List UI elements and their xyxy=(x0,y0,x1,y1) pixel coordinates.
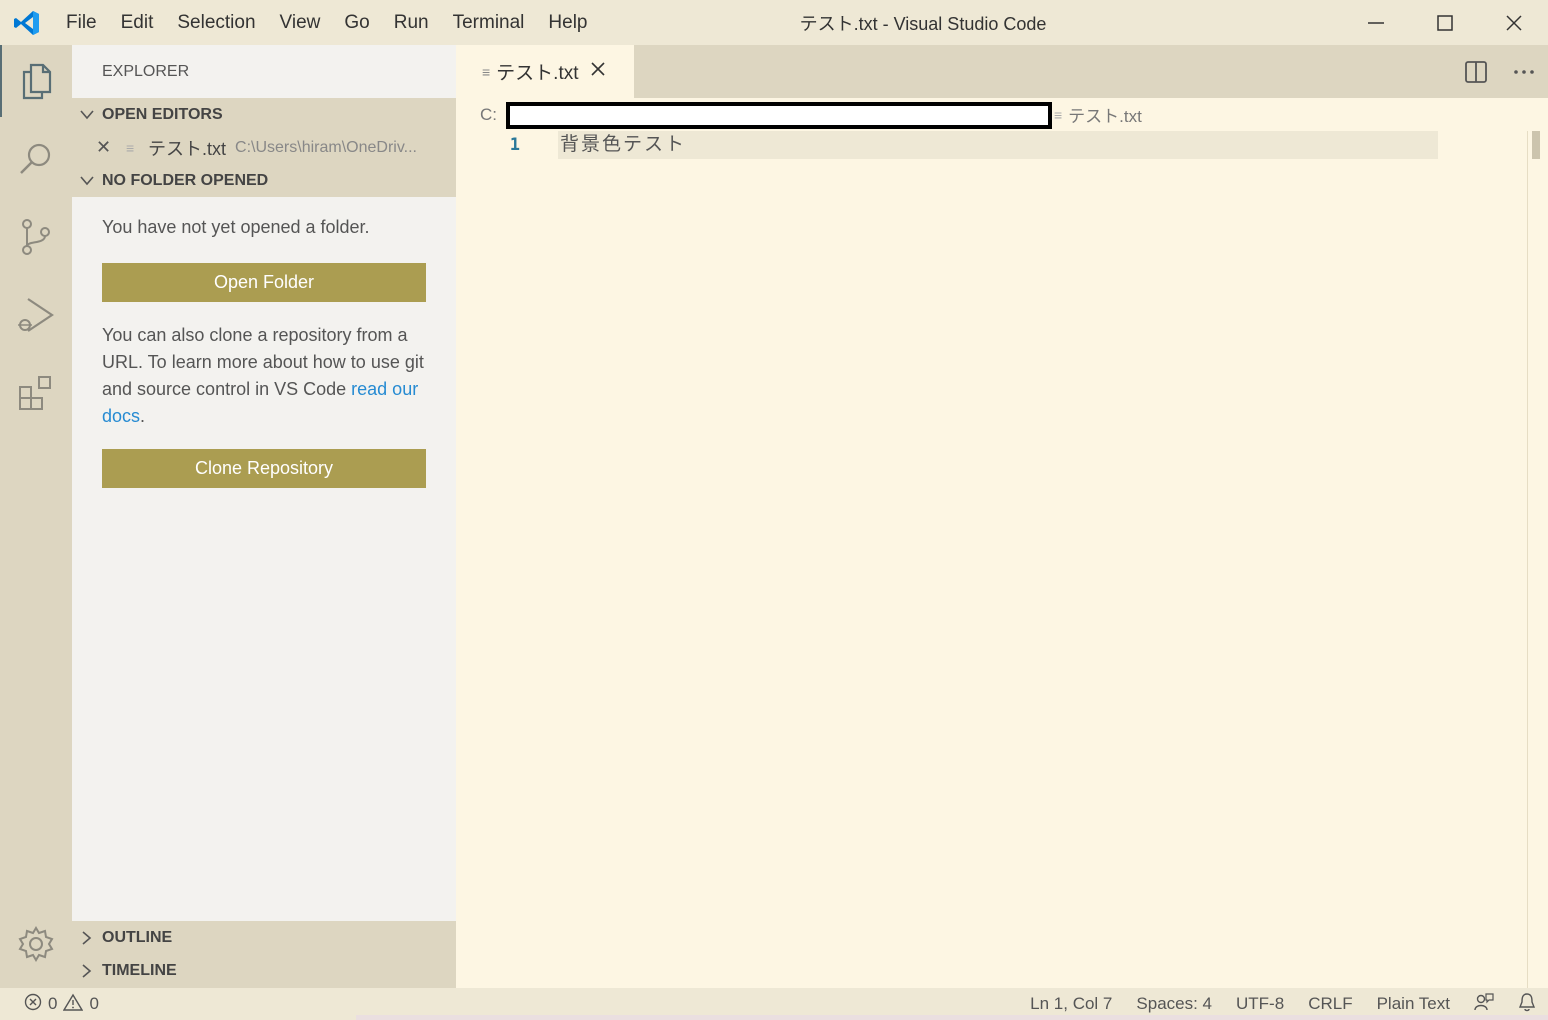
close-window-button[interactable] xyxy=(1479,0,1548,45)
problems-indicator[interactable]: 0 0 xyxy=(0,993,105,1016)
text-file-icon: ≡ xyxy=(126,139,135,156)
text-file-icon: ≡ xyxy=(482,63,491,80)
breadcrumb-drive[interactable]: C: xyxy=(480,105,497,125)
search-icon xyxy=(20,143,51,174)
tab-test-txt[interactable]: ≡ テスト.txt xyxy=(456,45,634,98)
extensions-icon xyxy=(19,376,51,410)
minimize-icon xyxy=(1367,21,1384,24)
open-editors-header[interactable]: OPEN EDITORS xyxy=(72,98,456,131)
menu-selection[interactable]: Selection xyxy=(165,0,267,45)
scrollbar-slider[interactable] xyxy=(1532,131,1540,159)
split-editor-icon xyxy=(1465,60,1487,83)
chevron-right-icon xyxy=(72,963,102,978)
cursor-position[interactable]: Ln 1, Col 7 xyxy=(1018,994,1124,1014)
activity-bar xyxy=(0,45,72,988)
minimize-button[interactable] xyxy=(1341,0,1410,45)
files-icon xyxy=(22,63,52,100)
chevron-down-icon xyxy=(72,175,102,186)
no-folder-header[interactable]: NO FOLDER OPENED xyxy=(72,164,456,197)
chevron-down-icon xyxy=(72,109,102,120)
menu-bar: File Edit Selection View Go Run Terminal… xyxy=(54,0,600,45)
notifications-bell-icon[interactable] xyxy=(1506,992,1548,1017)
split-editor-button[interactable] xyxy=(1452,45,1500,98)
more-actions-button[interactable] xyxy=(1500,45,1548,98)
timeline-header[interactable]: TIMELINE xyxy=(72,954,456,987)
error-count: 0 xyxy=(48,994,58,1013)
outline-header[interactable]: OUTLINE xyxy=(72,921,456,954)
settings-gear-icon xyxy=(18,926,54,962)
explorer-sidebar: EXPLORER OPEN EDITORS ✕ ≡ テスト.txt C:\Use… xyxy=(72,45,456,988)
current-line-highlight xyxy=(558,131,1438,159)
menu-terminal[interactable]: Terminal xyxy=(441,0,537,45)
warning-count: 0 xyxy=(89,994,99,1013)
code-area[interactable]: 1 背景色テスト xyxy=(456,131,1548,988)
encoding[interactable]: UTF-8 xyxy=(1224,994,1296,1014)
tab-close-icon[interactable] xyxy=(590,62,605,81)
tab-label: テスト.txt xyxy=(496,63,579,84)
breadcrumb: C: ≡ テスト.txt xyxy=(456,98,1548,131)
indentation[interactable]: Spaces: 4 xyxy=(1124,994,1224,1014)
open-editor-filename: テスト.txt xyxy=(148,138,227,159)
text-file-icon: ≡ xyxy=(1054,106,1063,123)
menu-run[interactable]: Run xyxy=(382,0,441,45)
scrollbar-track[interactable] xyxy=(1527,131,1528,988)
breadcrumb-file[interactable]: ≡ テスト.txt xyxy=(1054,102,1142,127)
maximize-icon xyxy=(1436,14,1453,31)
source-control-activity-button[interactable] xyxy=(0,201,72,273)
warning-icon xyxy=(63,993,84,1016)
extensions-activity-button[interactable] xyxy=(0,357,72,429)
maximize-button[interactable] xyxy=(1410,0,1479,45)
sidebar-title: EXPLORER xyxy=(102,63,190,80)
open-editor-path: C:\Users\hiram\OneDriv... xyxy=(235,138,417,156)
source-control-icon xyxy=(22,219,50,255)
editor-area: ≡ テスト.txt C: ≡ テスト.txt 1 背景色テスト xyxy=(456,45,1548,988)
clone-message: You can also clone a repository from a U… xyxy=(102,322,432,430)
explorer-activity-button[interactable] xyxy=(0,45,72,117)
search-activity-button[interactable] xyxy=(0,123,72,195)
line-number: 1 xyxy=(509,135,520,155)
breadcrumb-file-label: テスト.txt xyxy=(1068,107,1142,126)
collapsed-sections: OUTLINE TIMELINE xyxy=(72,921,456,988)
manage-settings-button[interactable] xyxy=(0,908,72,980)
timeline-label: TIMELINE xyxy=(102,961,177,979)
editor-tabs: ≡ テスト.txt xyxy=(456,45,1548,98)
redacted-path xyxy=(506,102,1052,129)
menu-view[interactable]: View xyxy=(268,0,333,45)
end-of-line[interactable]: CRLF xyxy=(1296,994,1364,1014)
editor-actions xyxy=(1452,45,1548,98)
no-folder-message: You have not yet opened a folder. xyxy=(102,217,370,237)
vscode-logo-icon xyxy=(0,0,54,45)
open-editor-item[interactable]: ✕ ≡ テスト.txt C:\Users\hiram\OneDriv... xyxy=(72,131,456,164)
error-icon xyxy=(24,993,42,1016)
open-folder-button[interactable]: Open Folder xyxy=(102,263,426,302)
code-line[interactable]: 背景色テスト xyxy=(560,131,686,159)
taskbar-edge xyxy=(356,1015,1548,1020)
run-debug-activity-button[interactable] xyxy=(0,279,72,351)
clone-message-suffix: . xyxy=(140,406,146,426)
title-bar: File Edit Selection View Go Run Terminal… xyxy=(0,0,1548,45)
chevron-right-icon xyxy=(72,930,102,945)
close-icon xyxy=(1505,14,1522,31)
menu-go[interactable]: Go xyxy=(332,0,381,45)
menu-edit[interactable]: Edit xyxy=(109,0,166,45)
menu-help[interactable]: Help xyxy=(536,0,599,45)
open-editors-label: OPEN EDITORS xyxy=(102,105,223,123)
window-controls xyxy=(1341,0,1548,45)
feedback-icon[interactable] xyxy=(1462,992,1506,1017)
language-mode[interactable]: Plain Text xyxy=(1365,994,1462,1014)
close-editor-icon[interactable]: ✕ xyxy=(96,137,126,158)
clone-repository-button[interactable]: Clone Repository xyxy=(102,449,426,488)
no-folder-label: NO FOLDER OPENED xyxy=(102,171,269,189)
ellipsis-icon xyxy=(1514,69,1534,74)
menu-file[interactable]: File xyxy=(54,0,109,45)
outline-label: OUTLINE xyxy=(102,928,173,946)
run-debug-icon xyxy=(18,298,54,332)
